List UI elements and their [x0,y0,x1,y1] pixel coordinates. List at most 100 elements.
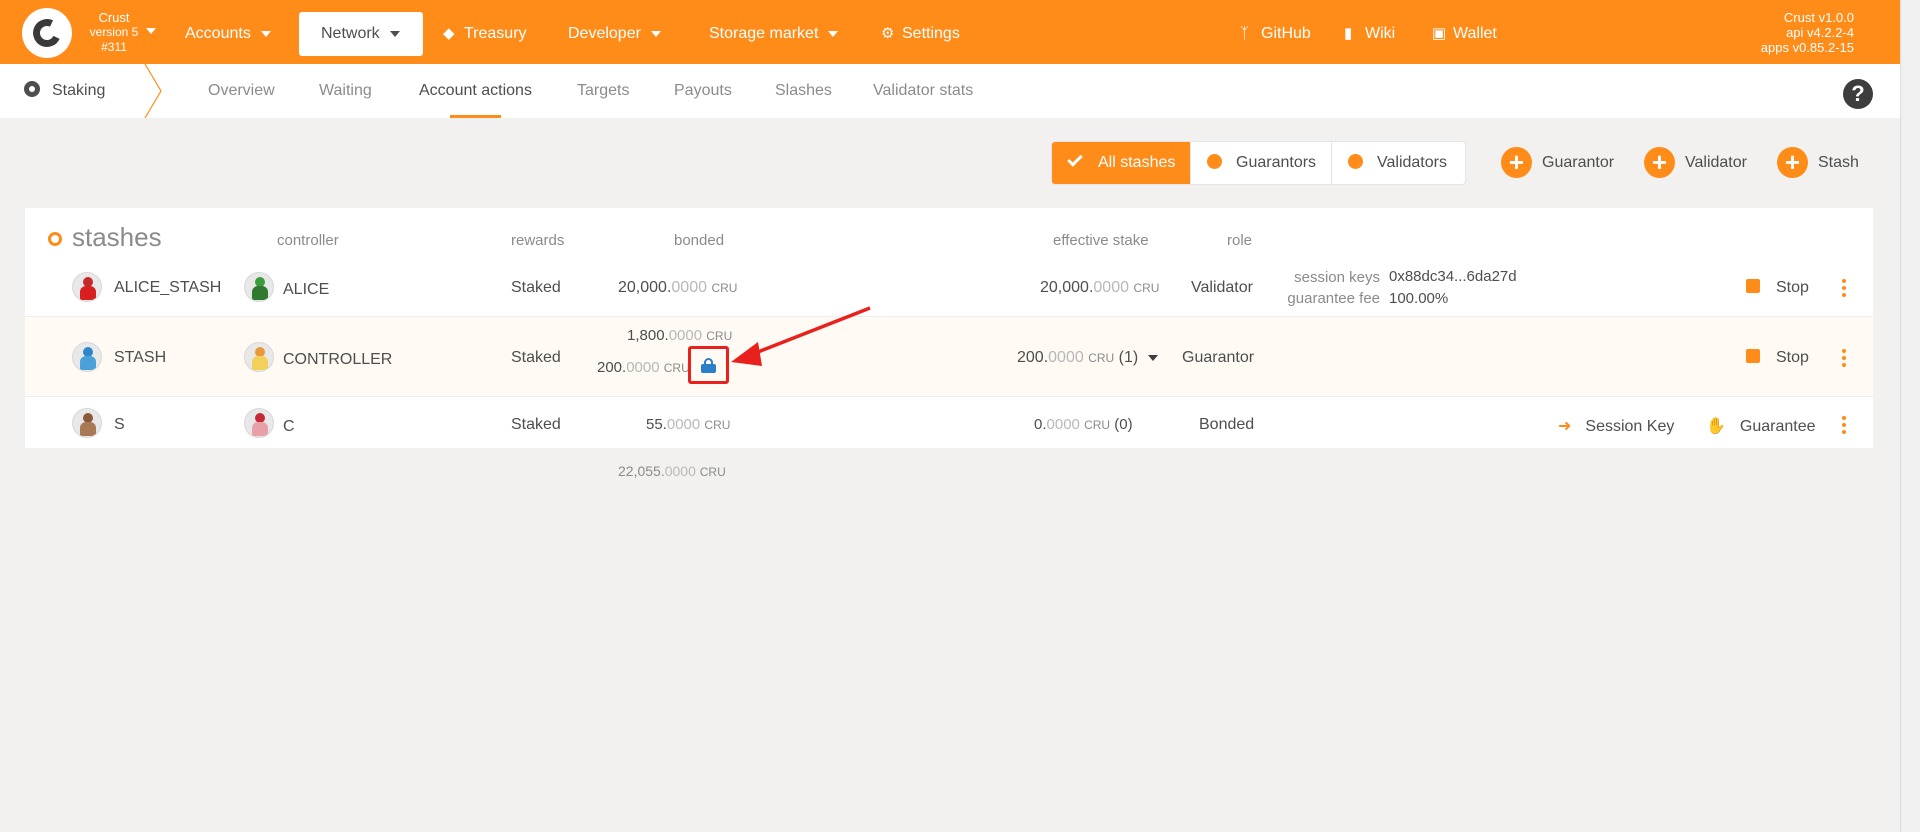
add-guarantor-button[interactable]: + Guarantor [1501,147,1614,179]
controller-name[interactable]: CONTROLLER [283,351,392,369]
effective-stake[interactable]: 200.0000 CRU (1) [1017,349,1159,367]
column-rewards: rewards [511,232,565,249]
stash-name[interactable]: STASH [114,349,166,367]
nav-wallet[interactable]: ▣ Wallet [1432,12,1497,56]
more-menu-icon[interactable] [1842,349,1846,370]
controller-avatar[interactable] [244,408,274,438]
crust-logo[interactable] [22,8,72,58]
add-stash-label: Stash [1818,154,1859,171]
nav-developer[interactable]: Developer [568,12,661,56]
stop-button[interactable]: Stop [1746,349,1809,367]
plus-icon: + [1644,147,1675,179]
filter-all-stashes[interactable]: All stashes [1052,142,1191,184]
bonded-int: 55. [646,416,667,433]
nav-wallet-label: Wallet [1453,25,1497,42]
effective-stake: 0.0000 CRU (0) [1034,416,1133,433]
nav-settings[interactable]: ⚙ Settings [881,12,960,56]
nav-github-label: GitHub [1261,25,1311,42]
filter-guarantors[interactable]: Guarantors [1191,142,1332,184]
chevron-down-icon [389,30,400,37]
nav-network[interactable]: Network [299,12,423,56]
lock-icon[interactable] [701,358,716,373]
nav-treasury[interactable]: ◆ Treasury [443,12,527,56]
more-menu-icon[interactable] [1842,279,1846,300]
tab-account-actions[interactable]: Account actions [419,64,532,118]
column-effective-stake: effective stake [1053,232,1149,249]
chain-caret-icon[interactable] [146,28,156,34]
rewards-status: Staked [511,416,561,433]
staking-subnav: Staking Overview Waiting Account actions… [0,64,1900,118]
nav-treasury-label: Treasury [464,25,527,42]
book-icon: ▮ [1344,25,1353,42]
controller-name[interactable]: ALICE [283,281,329,299]
eff-int: 20,000. [1040,279,1094,296]
help-icon[interactable]: ? [1843,79,1873,109]
nav-storage-market-label: Storage market [709,25,819,42]
tab-targets[interactable]: Targets [577,64,629,118]
controller-avatar[interactable] [244,272,274,302]
add-stash-button[interactable]: + Stash [1777,147,1859,179]
nav-github[interactable]: ᛉ GitHub [1240,12,1311,56]
nav-network-label: Network [321,25,380,42]
nav-storage-market[interactable]: Storage market [709,12,839,56]
stash-avatar[interactable] [72,342,102,372]
tab-payouts[interactable]: Payouts [674,64,732,118]
tab-slashes[interactable]: Slashes [775,64,832,118]
unit-label: CRU [711,281,738,295]
guarantee-button[interactable]: ✋ Guarantee [1706,416,1816,436]
stop-button[interactable]: Stop [1746,279,1809,297]
stop-label: Stop [1776,349,1809,366]
tab-validator-stats[interactable]: Validator stats [873,64,973,118]
rewards-status: Staked [511,349,561,366]
chain-selector[interactable]: Crust version 5 #311 [78,10,150,55]
dot-icon [1348,154,1363,169]
filter-validators[interactable]: Validators [1332,142,1465,184]
guarantee-label: Guarantee [1739,418,1816,435]
add-validator-button[interactable]: + Validator [1644,147,1747,179]
tab-overview[interactable]: Overview [208,64,275,118]
unit-label: CRU [1133,281,1160,295]
controller-name[interactable]: C [283,418,295,436]
nominee-count: (1) [1118,349,1139,366]
nav-wiki[interactable]: ▮ Wiki [1344,12,1395,56]
stash-avatar[interactable] [72,408,102,438]
more-menu-icon[interactable] [1842,416,1846,437]
crust-logo-mark [29,15,65,51]
scrollbar[interactable] [1900,0,1920,832]
filter-all-stashes-label: All stashes [1098,154,1176,171]
check-icon [1067,151,1083,167]
chain-version: version 5 [89,25,139,39]
api-version: api v4.2.2-4 [1786,25,1854,40]
tab-waiting[interactable]: Waiting [319,64,372,118]
stop-icon [1746,349,1760,363]
gears-icon: ⚙ [881,25,895,42]
guarantee-fee-value: 100.00% [1389,290,1449,307]
bonded-amount: 20,000.0000 CRU [618,279,737,297]
hand-icon: ✋ [1706,418,1726,435]
controller-avatar[interactable] [244,342,274,372]
stashes-title: stashes [72,222,162,252]
session-key-label: Session Key [1585,418,1675,435]
unit-label: CRU [704,418,731,432]
eff-dec: 0000 [1048,349,1084,366]
bonded-dec: 0000 [666,416,701,433]
code-branch-icon: ᛉ [1240,25,1250,42]
stash-name[interactable]: S [114,416,125,434]
effective-stake: 20,000.0000 CRU [1040,279,1159,297]
chevron-down-icon[interactable] [1148,354,1159,361]
session-key-button[interactable]: ➜ Session Key [1558,416,1674,436]
unit-label: CRU [663,361,690,375]
stash-name[interactable]: ALICE_STASH [114,279,221,297]
plus-icon: + [1501,147,1532,179]
total-int: 22,055. [618,463,665,479]
unit-label: CRU [1084,418,1111,432]
role: Guarantor [1182,349,1255,366]
chevron-down-icon [828,30,839,37]
stash-avatar[interactable] [72,272,102,302]
bonded-amount: 55.0000 CRU [646,416,730,433]
stash-filter-toggle: All stashes Guarantors Validators [1051,141,1466,185]
nav-accounts[interactable]: Accounts [185,12,271,56]
chevron-down-icon [260,30,271,37]
column-controller: controller [277,232,339,249]
unit-label: CRU [1088,351,1115,365]
